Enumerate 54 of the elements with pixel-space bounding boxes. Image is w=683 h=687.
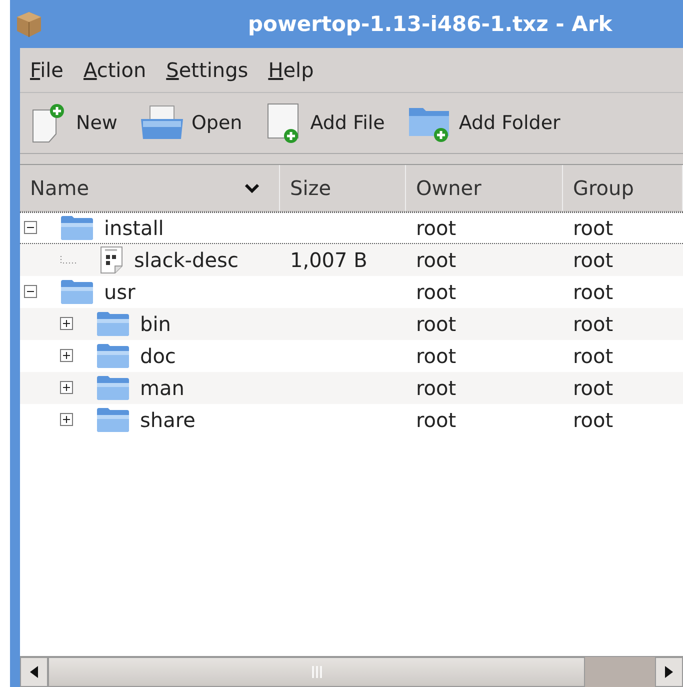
owner-cell-text: root [415, 248, 458, 272]
toolbar-button[interactable]: Add Folder [400, 98, 566, 148]
expand-icon[interactable] [60, 381, 74, 395]
expand-icon[interactable] [60, 413, 74, 427]
owner-cell-text: root [415, 408, 458, 432]
folder-icon [60, 215, 94, 241]
file-name[interactable]: usr [104, 280, 136, 304]
window-title: powertop-1.13-i486-1.txz - Ark [248, 12, 612, 36]
owner-cell-text: root [415, 312, 458, 336]
column-header[interactable]: Owner [406, 165, 563, 211]
group-cell-text: root [572, 248, 614, 272]
group-cell-text: root [572, 312, 614, 336]
group-cell-text: root [572, 344, 614, 368]
scroll-thumb[interactable] [48, 657, 585, 687]
size-cell-text: 1,007 B [289, 248, 368, 272]
folder-icon [96, 311, 130, 337]
owner-cell-text: root [415, 376, 458, 400]
expand-icon[interactable] [60, 349, 74, 363]
menu-item[interactable]: Settings [166, 58, 248, 82]
file-name[interactable]: slack-desc [134, 248, 238, 272]
expand-icon[interactable] [60, 317, 74, 331]
owner-cell-text: root [415, 280, 458, 304]
column-header[interactable]: Name [20, 165, 280, 211]
box-icon [14, 9, 44, 39]
right-arrow-icon [665, 666, 673, 678]
scroll-left-button[interactable] [20, 657, 48, 687]
file-name[interactable]: bin [140, 312, 171, 336]
folder-icon [96, 407, 130, 433]
file-name[interactable]: share [140, 408, 196, 432]
column-header[interactable]: Size [280, 165, 406, 211]
group-cell-text: root [572, 408, 614, 432]
folder-icon [96, 375, 130, 401]
menu-item[interactable]: File [30, 58, 64, 82]
file-name[interactable]: man [140, 376, 184, 400]
toolbar-button[interactable]: Add File [258, 97, 391, 149]
menu-item[interactable]: Action [83, 58, 146, 82]
file-name[interactable]: install [104, 216, 164, 240]
scroll-right-button[interactable] [655, 657, 683, 687]
folder-icon [96, 343, 130, 369]
column-header[interactable]: Group [563, 165, 683, 211]
group-cell-text: root [572, 216, 614, 240]
collapse-icon[interactable] [24, 285, 38, 299]
group-cell-text: root [572, 376, 614, 400]
left-arrow-icon [30, 666, 38, 678]
tree-line [60, 256, 76, 264]
menu-item[interactable]: Help [268, 58, 314, 82]
owner-cell-text: root [415, 344, 458, 368]
toolbar-button[interactable]: Open [133, 99, 248, 147]
file-name[interactable]: doc [140, 344, 176, 368]
toolbar-button[interactable]: New [24, 98, 124, 148]
owner-cell-text: root [415, 216, 458, 240]
collapse-icon[interactable] [24, 221, 38, 235]
group-cell-text: root [572, 280, 614, 304]
folder-icon [60, 279, 94, 305]
